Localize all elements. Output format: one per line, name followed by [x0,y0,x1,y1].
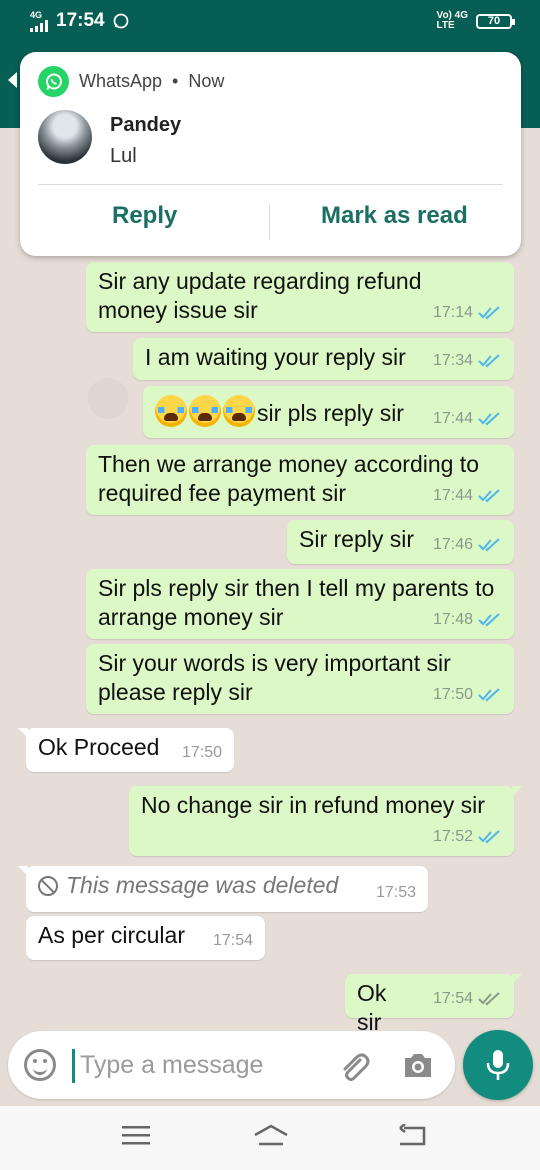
message-text: I am waiting your reply sir [145,344,406,370]
read-ticks-icon [478,305,502,320]
network-type: 4G [30,9,43,20]
message-time: 17:52 [432,828,473,845]
message-bubble-outgoing[interactable]: Sir pls reply sir then I tell my parents… [86,569,514,639]
read-ticks-icon [478,687,502,702]
status-left: 4G 17:54 [30,10,129,32]
message-text: No change sir in refund money sir [141,792,485,818]
message-time: 17:50 [432,686,473,703]
mark-as-read-button[interactable]: Mark as read [321,202,468,230]
message-bubble-outgoing[interactable]: sir pls reply sir 17:44 [143,386,514,438]
message-text: As per circular [38,922,185,948]
reply-button[interactable]: Reply [112,202,177,230]
message-bubble-outgoing[interactable]: Sir any update regarding refund money is… [86,262,514,332]
emoji-icon[interactable] [24,1049,56,1081]
deleted-message: This message was deleted [38,871,348,900]
notification-sender: Pandey [110,114,182,136]
lte-label: LTE [436,20,455,31]
message-time: 17:53 [375,884,416,901]
message-meta: 17:54 [433,984,502,1013]
crying-face-icon [223,395,255,427]
message-bubble-incoming[interactable]: Ok Proceed 17:50 [18,728,234,772]
read-ticks-icon [478,353,502,368]
message-time: 17:46 [432,536,473,553]
message-meta: 17:52 [433,822,502,851]
sender-avatar [38,110,92,164]
message-text: sir pls reply sir [257,400,404,426]
notification-message: Lul [110,145,137,167]
message-bubble-outgoing[interactable]: Sir reply sir 17:46 [287,520,514,564]
message-meta: 17:46 [433,530,502,559]
crying-face-icon [155,395,187,427]
message-time: 17:14 [432,304,473,321]
whatsapp-logo-icon [38,66,69,97]
clock: 17:54 [56,10,105,31]
message-composer [8,1031,455,1099]
text-caret [72,1049,75,1083]
message-text: Sir any update regarding refund money is… [98,268,422,323]
menu-icon[interactable] [122,1124,150,1146]
battery-icon: 70 [476,13,515,29]
attach-icon[interactable] [336,1048,372,1084]
message-time: 17:54 [432,990,473,1007]
notification-separator: • [172,71,179,91]
message-time: 17:54 [212,932,253,949]
read-ticks-icon [478,829,502,844]
crying-face-icon [189,395,221,427]
status-bar: 4G 17:54 Vo) 4G LTE 70 [0,0,540,42]
delivered-ticks-icon [478,991,502,1006]
camera-icon[interactable] [402,1051,434,1079]
message-input[interactable] [80,1045,330,1085]
read-ticks-icon [478,612,502,627]
signal-bars-icon [30,19,48,32]
back-arrow-icon[interactable] [8,72,17,88]
message-bubble-incoming[interactable]: As per circular 17:54 [26,916,265,960]
notification-time: Now [188,71,225,91]
notification-divider [38,184,503,185]
read-ticks-icon [478,411,502,426]
status-right: Vo) 4G LTE 70 [437,11,515,31]
message-text: Sir your words is very important sir ple… [98,650,451,705]
read-ticks-icon [478,537,502,552]
blocked-icon [38,875,58,896]
message-time: 17:34 [432,352,473,369]
message-text: Then we arrange money according to requi… [98,451,479,506]
back-icon[interactable] [398,1124,426,1146]
message-time: 17:44 [432,487,473,504]
message-meta: 17:14 [433,298,502,327]
message-time: 17:50 [181,744,222,761]
message-bubble-outgoing[interactable]: Ok sir 17:54 [345,974,522,1035]
message-bubble-deleted[interactable]: This message was deleted 17:53 [18,866,428,912]
message-meta: 17:34 [433,346,502,375]
message-meta: 17:48 [433,605,502,634]
message-bubble-outgoing[interactable]: I am waiting your reply sir 17:34 [133,338,514,380]
system-navigation-bar [0,1106,540,1170]
button-separator [269,204,270,240]
message-text: This message was deleted [66,872,339,898]
read-ticks-icon [478,488,502,503]
message-meta: 17:44 [433,404,502,433]
notification-app-name: WhatsApp [79,71,163,91]
notification-app-row: WhatsApp • Now [38,66,224,97]
message-bubble-outgoing[interactable]: Then we arrange money according to requi… [86,445,514,515]
message-meta: 17:53 [376,878,416,907]
message-meta: 17:54 [213,926,253,955]
message-time: 17:48 [432,611,473,628]
cellular-signal: 4G [30,9,48,32]
message-text: Sir reply sir [299,526,415,552]
home-icon[interactable] [253,1124,289,1148]
message-bubble-outgoing[interactable]: Sir your words is very important sir ple… [86,644,514,714]
message-meta: 17:50 [182,738,222,767]
message-meta: 17:44 [433,481,502,510]
message-notification[interactable]: WhatsApp • Now Pandey Lul Reply Mark as … [20,52,521,256]
volte-indicator: Vo) 4G LTE [437,11,468,31]
message-meta: 17:50 [433,680,502,709]
message-text: Ok Proceed [38,734,160,760]
microphone-icon [486,1050,510,1080]
message-bubble-outgoing[interactable]: No change sir in refund money sir 17:52 [129,786,522,856]
whatsapp-status-icon [113,13,129,29]
voice-record-button[interactable] [463,1030,533,1100]
message-time: 17:44 [432,410,473,427]
